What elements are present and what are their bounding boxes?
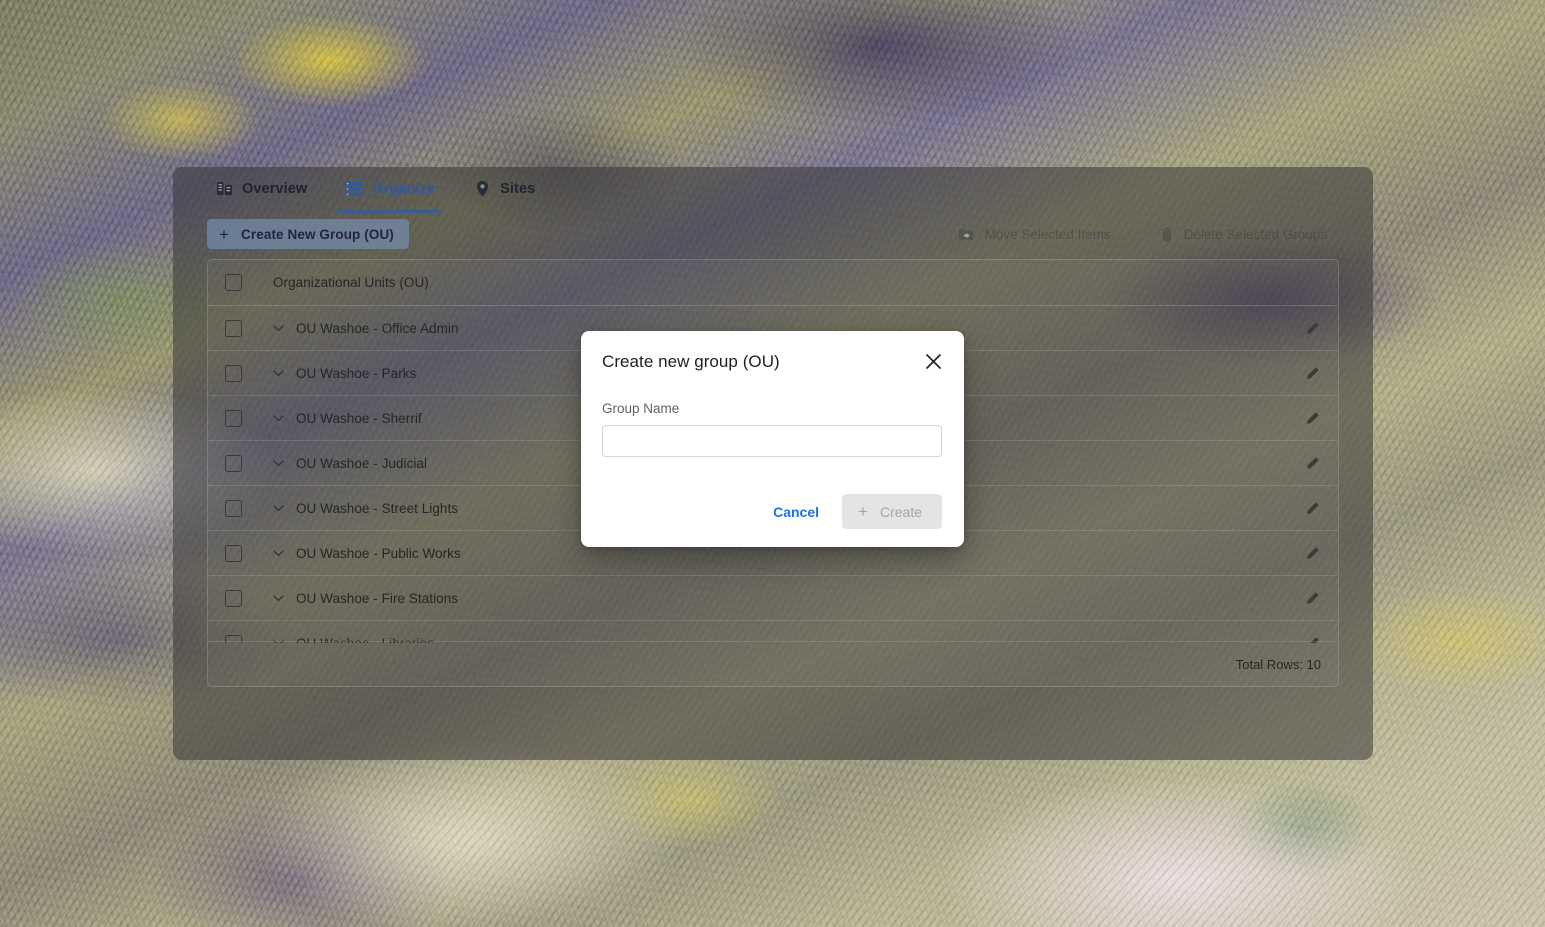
table-footer: Total Rows: 10 [208, 641, 1338, 686]
row-checkbox[interactable] [225, 545, 242, 562]
row-label: OU Washoe - Office Admin [296, 321, 459, 336]
create-new-group-dialog: Create new group (OU) Group Name Cancel … [581, 331, 964, 547]
table-row[interactable]: OU Washoe - Fire Stations [208, 576, 1338, 621]
edit-row-button[interactable] [1305, 456, 1320, 471]
row-label: OU Washoe - Sherrif [296, 411, 422, 426]
edit-row-button[interactable] [1305, 591, 1320, 606]
create-new-group-label: Create New Group (OU) [241, 227, 394, 242]
edit-row-button[interactable] [1305, 321, 1320, 336]
tab-overview-label: Overview [242, 181, 307, 197]
edit-row-button[interactable] [1305, 411, 1320, 426]
dialog-actions: Cancel + Create [602, 494, 942, 529]
create-new-group-button[interactable]: + Create New Group (OU) [207, 219, 409, 249]
group-name-label: Group Name [602, 401, 942, 416]
row-checkbox[interactable] [225, 455, 242, 472]
trash-icon [1161, 227, 1173, 242]
total-rows-label: Total Rows: 10 [1236, 657, 1321, 672]
tab-sites[interactable]: Sites [465, 173, 549, 213]
row-checkbox[interactable] [225, 410, 242, 427]
delete-selected-groups-label: Delete Selected Groups [1184, 227, 1327, 242]
table-header-label: Organizational Units (OU) [273, 275, 429, 290]
row-label: OU Washoe - Public Works [296, 546, 461, 561]
plus-icon: + [858, 503, 868, 520]
row-checkbox[interactable] [225, 500, 242, 517]
chevron-down-icon[interactable] [270, 595, 286, 602]
map-pin-icon [473, 180, 491, 198]
select-all-checkbox[interactable] [225, 274, 242, 291]
tab-organize[interactable]: Organize [337, 173, 449, 213]
chevron-down-icon[interactable] [270, 415, 286, 422]
chevron-down-icon[interactable] [270, 325, 286, 332]
cancel-button[interactable]: Cancel [756, 495, 836, 529]
chevron-down-icon[interactable] [270, 550, 286, 557]
move-folder-icon [958, 228, 974, 241]
org-building-icon [215, 180, 233, 198]
create-button[interactable]: + Create [842, 494, 942, 529]
chevron-down-icon[interactable] [270, 370, 286, 377]
row-label: OU Washoe - Judicial [296, 456, 427, 471]
plus-icon: + [219, 226, 229, 243]
create-button-label: Create [880, 504, 922, 520]
tab-organize-label: Organize [372, 181, 435, 197]
list-rows-icon [345, 180, 363, 198]
toolbar-right-actions: Move Selected Items Delete Selected Grou… [952, 226, 1353, 243]
edit-row-button[interactable] [1305, 501, 1320, 516]
row-label: OU Washoe - Street Lights [296, 501, 458, 516]
dialog-header: Create new group (OU) [602, 352, 942, 372]
row-checkbox[interactable] [225, 365, 242, 382]
chevron-down-icon[interactable] [270, 460, 286, 467]
row-label: OU Washoe - Fire Stations [296, 591, 458, 606]
delete-selected-groups-button[interactable]: Delete Selected Groups [1155, 226, 1333, 243]
tab-bar: Overview Organize [173, 167, 1373, 213]
table-header-row: Organizational Units (OU) [208, 260, 1338, 306]
row-checkbox[interactable] [225, 590, 242, 607]
row-checkbox[interactable] [225, 320, 242, 337]
dialog-title: Create new group (OU) [602, 352, 780, 372]
row-label: OU Washoe - Parks [296, 366, 416, 381]
edit-row-button[interactable] [1305, 546, 1320, 561]
move-selected-items-label: Move Selected Items [985, 227, 1111, 242]
close-icon[interactable] [925, 353, 942, 370]
edit-row-button[interactable] [1305, 366, 1320, 381]
table-row[interactable]: OU Washoe - Libraries [208, 621, 1338, 643]
chevron-down-icon[interactable] [270, 505, 286, 512]
app-root: Overview Organize [0, 0, 1545, 927]
move-selected-items-button[interactable]: Move Selected Items [952, 226, 1117, 243]
tab-sites-label: Sites [500, 181, 535, 197]
tab-overview[interactable]: Overview [207, 173, 321, 213]
group-name-input[interactable] [602, 425, 942, 457]
action-toolbar: + Create New Group (OU) Move Selected It… [173, 213, 1373, 259]
